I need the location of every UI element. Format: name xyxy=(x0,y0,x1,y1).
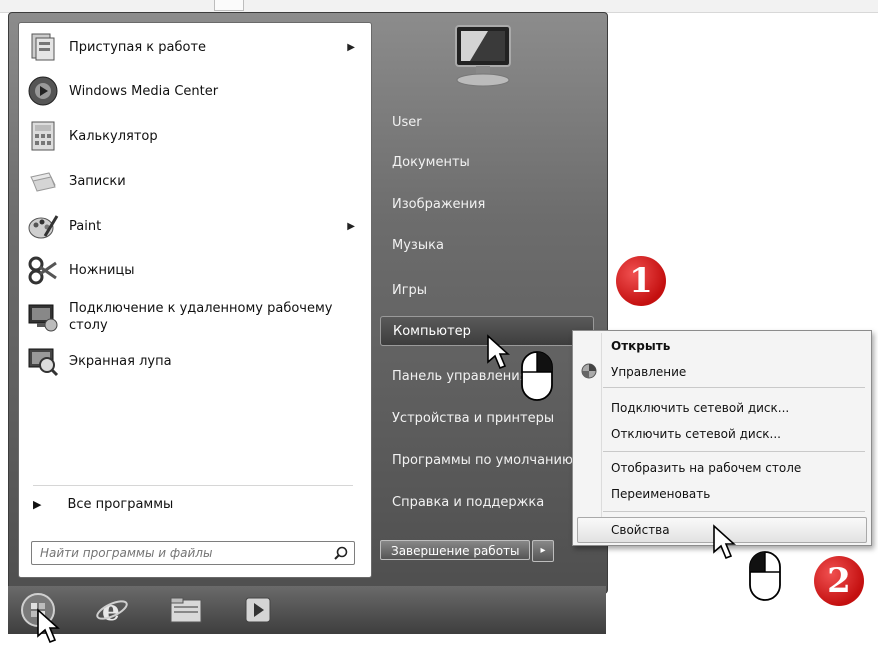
shield-icon xyxy=(581,363,597,383)
program-label: Windows Media Center xyxy=(69,83,219,99)
right-item-music[interactable]: Музыка xyxy=(392,237,444,254)
top-tab xyxy=(214,0,244,11)
program-item-media-center[interactable]: Windows Media Center xyxy=(25,73,365,109)
menu-item-map-network-drive[interactable]: Подключить сетевой диск... xyxy=(611,401,789,415)
program-label: Экранная лупа xyxy=(69,353,172,369)
remote-desktop-icon xyxy=(25,299,61,335)
menu-item-properties[interactable]: Свойства xyxy=(611,523,670,537)
program-item-getting-started[interactable]: Приступая к работе ▶ xyxy=(25,29,365,65)
program-label: Приступая к работе xyxy=(69,39,207,55)
submenu-arrow-icon: ▶ xyxy=(347,220,355,232)
calculator-icon xyxy=(25,118,61,154)
right-item-pictures[interactable]: Изображения xyxy=(392,196,485,213)
sticky-notes-icon xyxy=(25,163,61,199)
search-icon[interactable] xyxy=(334,545,348,564)
menu-separator xyxy=(603,387,865,388)
right-item-documents[interactable]: Документы xyxy=(392,154,470,171)
separator xyxy=(33,485,353,486)
mouse-left-click-icon xyxy=(748,550,782,606)
program-item-sticky-notes[interactable]: Записки xyxy=(25,163,365,199)
program-item-magnifier[interactable]: Экранная лупа xyxy=(25,343,365,379)
program-label: Ножницы xyxy=(69,262,135,278)
menu-item-open[interactable]: Открыть xyxy=(611,339,670,353)
program-label: Подключение к удаленному рабочему столу xyxy=(69,301,333,333)
all-programs-label: Все программы xyxy=(67,497,174,512)
internet-explorer-icon[interactable]: e xyxy=(94,592,130,628)
scissors-icon xyxy=(25,252,61,288)
menu-item-manage[interactable]: Управление xyxy=(611,365,686,379)
search-box[interactable] xyxy=(31,541,355,565)
menu-item-rename[interactable]: Переименовать xyxy=(611,487,710,501)
step-badge-1: 1 xyxy=(616,256,666,306)
getting-started-icon xyxy=(25,29,61,65)
step-badge-2: 2 xyxy=(814,556,864,606)
menu-gutter xyxy=(601,333,602,541)
file-explorer-icon[interactable] xyxy=(168,592,204,628)
programs-panel: Приступая к работе ▶ Windows Media Cente… xyxy=(18,22,372,578)
media-center-icon xyxy=(25,73,61,109)
shutdown-button[interactable]: Завершение работы xyxy=(380,540,530,560)
user-picture[interactable] xyxy=(448,22,520,92)
program-label: Paint xyxy=(69,218,102,234)
right-item-user[interactable]: User xyxy=(392,114,422,131)
program-item-remote-desktop[interactable]: Подключение к удаленному рабочему столу xyxy=(25,299,365,335)
program-label: Калькулятор xyxy=(69,128,158,144)
cursor-arrow-icon xyxy=(712,524,737,566)
program-item-calculator[interactable]: Калькулятор xyxy=(25,118,365,154)
media-player-icon[interactable] xyxy=(240,592,276,628)
svg-text:e: e xyxy=(102,594,120,627)
cursor-arrow-icon xyxy=(36,608,61,650)
right-item-help-support[interactable]: Справка и поддержка xyxy=(392,494,544,511)
magnifier-icon xyxy=(25,343,61,379)
right-item-devices-printers[interactable]: Устройства и принтеры xyxy=(392,410,554,427)
all-programs-button[interactable]: ▶ Все программы xyxy=(33,497,173,512)
menu-item-disconnect-network-drive[interactable]: Отключить сетевой диск... xyxy=(611,427,781,441)
right-item-default-programs[interactable]: Программы по умолчанию xyxy=(392,452,573,469)
mouse-right-click-icon xyxy=(520,350,554,406)
menu-separator xyxy=(603,511,865,512)
menu-separator xyxy=(603,451,865,452)
cursor-arrow-icon xyxy=(486,334,511,376)
submenu-arrow-icon: ▶ xyxy=(347,41,355,53)
program-label: Записки xyxy=(69,173,126,189)
menu-item-show-on-desktop[interactable]: Отобразить на рабочем столе xyxy=(611,461,801,475)
program-item-scissors[interactable]: Ножницы xyxy=(25,252,365,288)
context-menu: Открыть Управление Подключить сетевой ди… xyxy=(572,330,872,546)
right-item-games[interactable]: Игры xyxy=(392,282,427,299)
search-input[interactable] xyxy=(38,542,322,564)
program-item-paint[interactable]: Paint ▶ xyxy=(25,208,365,244)
expand-arrow-icon: ▶ xyxy=(33,498,42,511)
shutdown-options-button[interactable]: ▸ xyxy=(532,540,554,562)
paint-icon xyxy=(25,208,61,244)
